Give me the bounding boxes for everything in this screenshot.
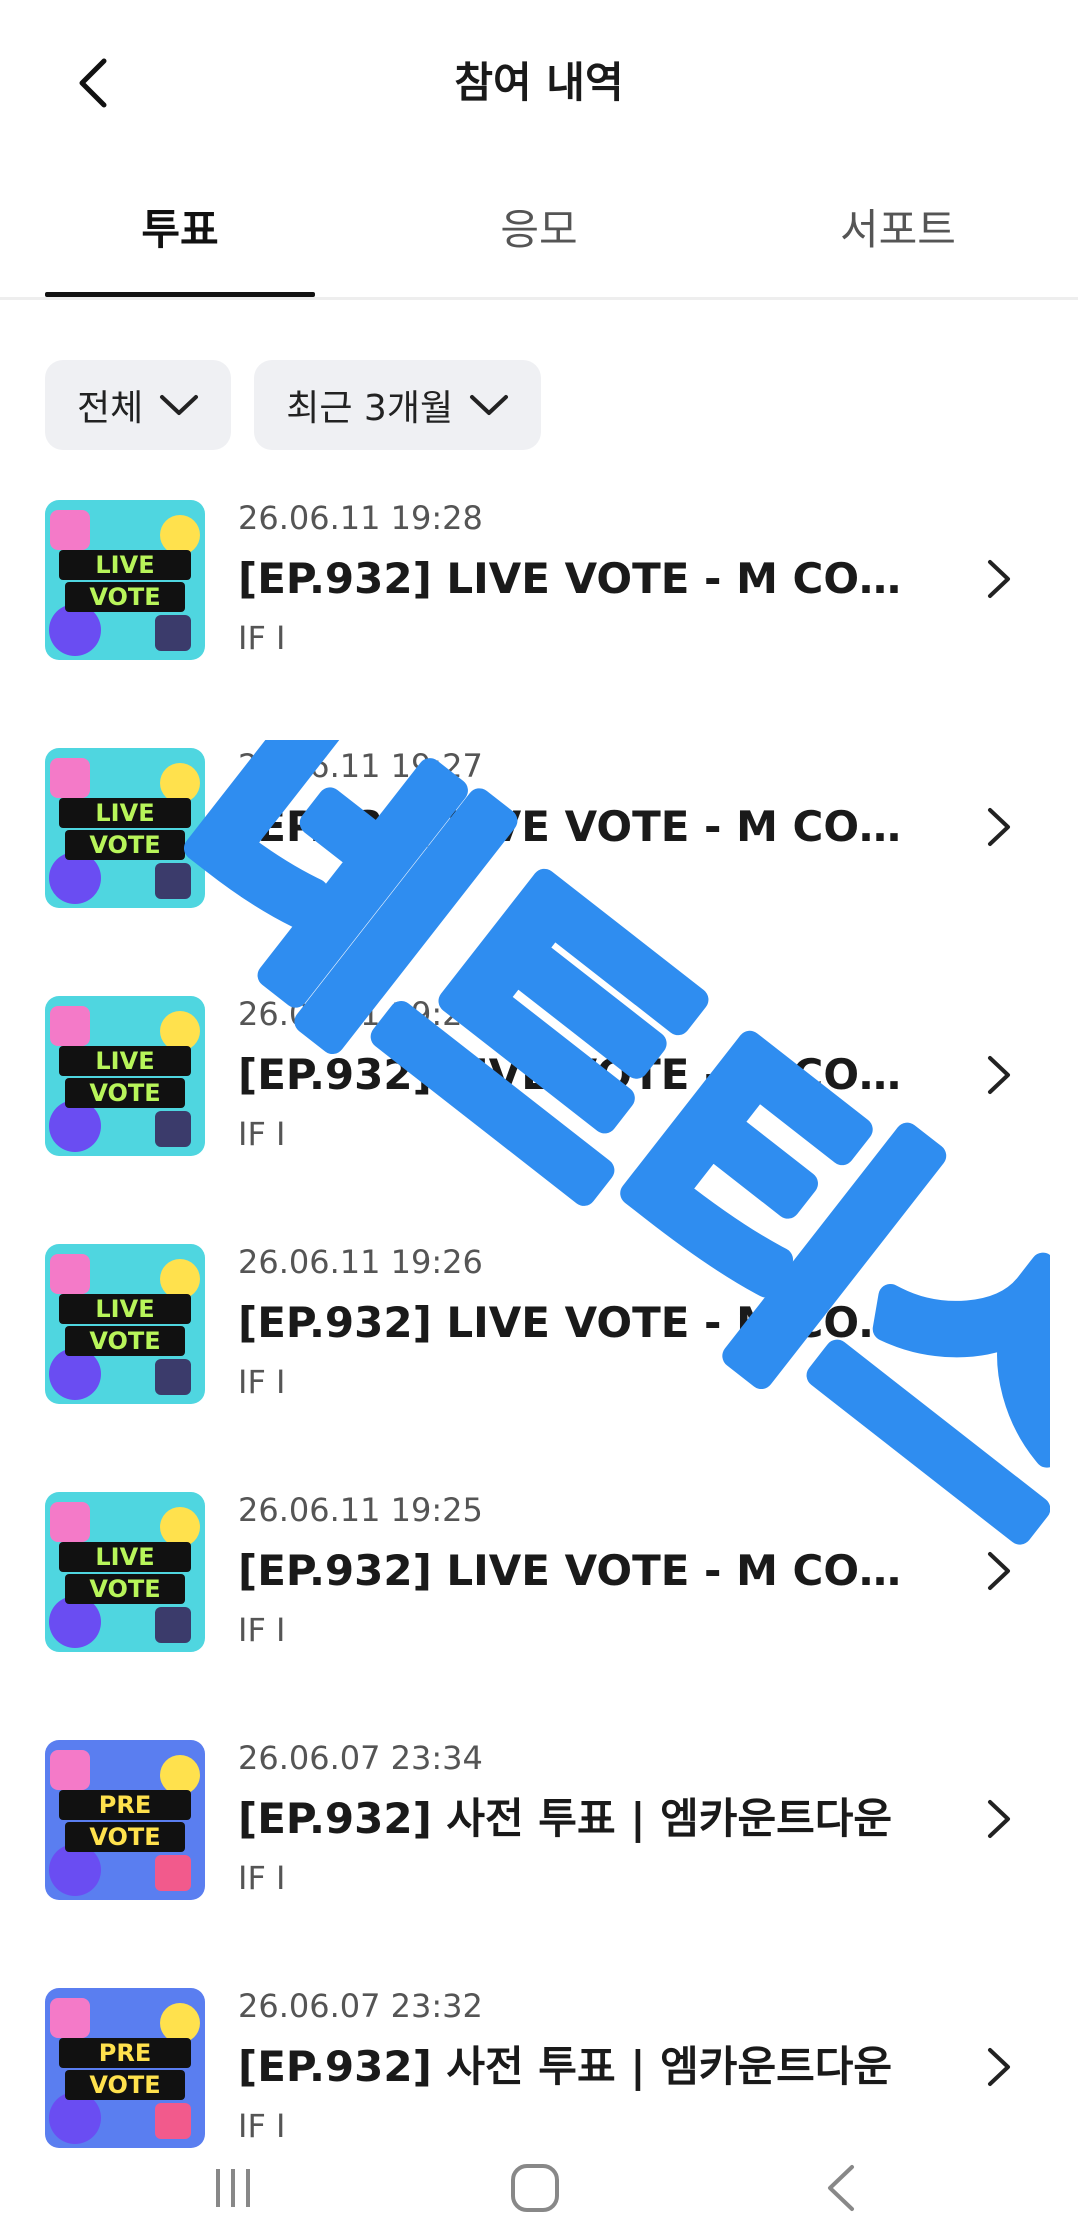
svg-text:VOTE: VOTE [89,831,160,859]
list-item[interactable]: LIVE VOTE 26.06.11 19:25 [EP.932] LIVE VOTE… [0,1468,1078,1716]
chevron-right-icon [988,808,1010,846]
system-nav-bar [0,2150,1078,2222]
svg-text:VOTE: VOTE [89,1575,160,1603]
svg-text:VOTE: VOTE [89,1823,160,1851]
vote-thumbnail: PRE VOTE [45,1988,205,2148]
chevron-right-icon [988,1800,1010,1838]
item-date: 26.06.11 19:26 [238,1243,483,1281]
svg-text:LIVE: LIVE [95,551,154,579]
item-title: [EP.932] 사전 투표 | 엠카운트다운 [238,2042,893,2091]
vote-thumbnail: LIVE VOTE [45,500,205,660]
tab-bar: 투표 응모 서포트 [0,170,1078,300]
item-artist: IF I [238,867,286,905]
item-artist: IF I [238,1115,286,1153]
list-item[interactable]: LIVE VOTE 26.06.11 19:27 [EP.932] LIVE VOTE… [0,724,1078,972]
item-artist: IF I [238,2107,286,2145]
item-artist: IF I [238,619,286,657]
page-title: 참여 내역 [454,58,624,107]
chevron-right-icon [988,1552,1010,1590]
category-filter-dropdown[interactable]: 전체 [45,360,232,450]
item-title: [EP.932] LIVE VOTE - M COUN... [238,1050,918,1099]
tab-entry[interactable]: 응모 [404,200,674,280]
item-title: [EP.932] LIVE VOTE - M COUN... [238,554,918,603]
chevron-right-icon [988,2048,1010,2086]
filter-bar: 전체 최근 3개월 [45,360,542,450]
period-filter-dropdown[interactable]: 최근 3개월 [254,360,542,450]
vote-thumbnail: PRE VOTE [45,1740,205,1900]
svg-text:LIVE: LIVE [95,799,154,827]
app-header: 참여 내역 [0,0,1078,160]
recents-icon [216,2169,250,2207]
item-date: 26.06.11 19:28 [238,499,483,537]
chevron-right-icon [988,1304,1010,1342]
recents-button[interactable] [203,2158,263,2218]
svg-text:PRE: PRE [99,2039,151,2067]
item-date: 26.06.07 23:32 [238,1987,483,2025]
tab-vote[interactable]: 투표 [45,200,315,280]
item-artist: IF I [238,1363,286,1401]
chevron-right-icon [988,1056,1010,1094]
system-back-button[interactable] [812,2158,872,2218]
svg-text:PRE: PRE [99,1791,151,1819]
svg-text:VOTE: VOTE [89,1327,160,1355]
list-item[interactable]: LIVE VOTE 26.06.11 19:26 [EP.932] LIVE VOTE… [0,1220,1078,1468]
chevron-down-icon [470,395,509,415]
category-filter-label: 전체 [77,388,144,429]
vote-thumbnail: LIVE VOTE [45,1492,205,1652]
vote-thumbnail: LIVE VOTE [45,996,205,1156]
item-title: [EP.932] 사전 투표 | 엠카운트다운 [238,1794,893,1843]
svg-text:VOTE: VOTE [89,2071,160,2099]
chevron-right-icon [988,560,1010,598]
item-date: 26.06.07 23:34 [238,1739,483,1777]
back-icon [828,2165,854,2211]
active-tab-indicator [45,292,315,297]
svg-text:LIVE: LIVE [95,1047,154,1075]
chevron-down-icon [160,395,199,415]
list-item[interactable]: LIVE VOTE 26.06.11 19:28 [EP.932] LIVE VOTE… [0,476,1078,724]
item-date: 26.06.11 19:26 [238,995,483,1033]
item-title: [EP.932] LIVE VOTE - M COUN... [238,802,918,851]
svg-text:LIVE: LIVE [95,1543,154,1571]
home-button[interactable] [505,2158,565,2218]
svg-text:LIVE: LIVE [95,1295,154,1323]
svg-text:VOTE: VOTE [89,1079,160,1107]
vote-thumbnail: LIVE VOTE [45,1244,205,1404]
vote-thumbnail: LIVE VOTE [45,748,205,908]
list-item[interactable]: PRE VOTE 26.06.07 23:34 [EP.932] 사전 투표 | 엠카… [0,1716,1078,1964]
item-date: 26.06.11 19:27 [238,747,483,785]
item-date: 26.06.11 19:25 [238,1491,483,1529]
period-filter-label: 최근 3개월 [286,388,454,429]
item-artist: IF I [238,1611,286,1649]
svg-text:VOTE: VOTE [89,583,160,611]
list-item[interactable]: LIVE VOTE 26.06.11 19:26 [EP.932] LIVE VOTE… [0,972,1078,1220]
tab-support[interactable]: 서포트 [763,200,1033,280]
item-title: [EP.932] LIVE VOTE - M COUN... [238,1546,918,1595]
item-title: [EP.932] LIVE VOTE - M COUN... [238,1298,918,1347]
home-icon [511,2164,559,2212]
item-artist: IF I [238,1859,286,1897]
